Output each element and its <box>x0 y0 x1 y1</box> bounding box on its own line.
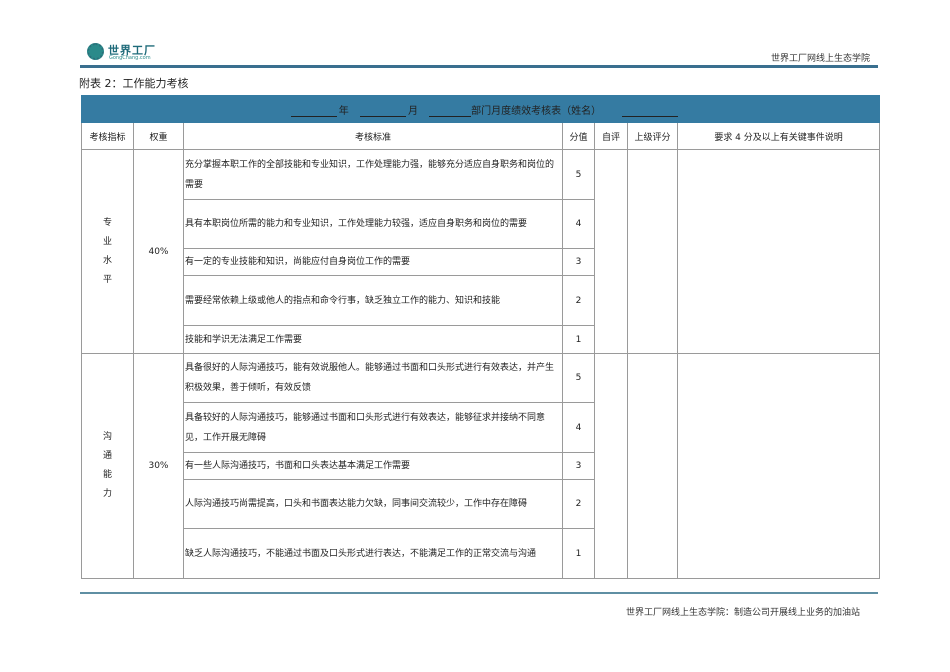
criteria-cell: 有一些人际沟通技巧，书面和口头表达基本满足工作需要 <box>183 452 563 480</box>
year-blank[interactable] <box>290 106 337 117</box>
name-blank[interactable] <box>622 106 679 117</box>
footer-text: 世界工厂网线上生态学院：制造公司开展线上业务的加油站 <box>625 608 860 618</box>
key-event-notes-cell[interactable] <box>676 353 881 579</box>
col-weight: 权重 <box>133 122 184 150</box>
col-notes: 要求 4 分及以上有关键事件说明 <box>676 122 881 150</box>
indicator-label: 专业水平 <box>102 217 112 285</box>
indicator-label: 沟通能力 <box>102 432 112 499</box>
score-cell: 3 <box>562 248 595 276</box>
criteria-cell: 人际沟通技巧尚需提高，口头和书面表达能力欠缺，同事间交流较少，工作中存在障碍 <box>183 479 563 529</box>
logo: 世界工厂 GongChang.com <box>87 42 167 64</box>
superior-rating-cell[interactable] <box>627 353 678 579</box>
key-event-notes-cell[interactable] <box>676 149 881 354</box>
score-cell: 1 <box>562 528 595 579</box>
criteria-cell: 充分掌握本职工作的全部技能和专业知识，工作处理能力强，能够充分适应自身职务和岗位… <box>183 149 563 200</box>
score-cell: 4 <box>562 199 595 249</box>
logo-sub: GongChang.com <box>109 55 151 61</box>
score-cell: 5 <box>562 353 595 403</box>
score-cell: 1 <box>562 325 595 354</box>
gear-globe-icon <box>87 43 104 60</box>
footer-divider <box>80 592 878 594</box>
header-divider <box>80 65 878 68</box>
score-cell: 2 <box>562 275 595 326</box>
table-body: 专业水平 40% 充分掌握本职工作的全部技能和专业知识，工作处理能力强，能够充分适应… <box>81 149 881 579</box>
col-indicator: 考核指标 <box>81 122 134 150</box>
criteria-cell: 缺乏人际沟通技巧，不能通过书面及口头形式进行表达，不能满足工作的正常交流与沟通 <box>183 528 563 579</box>
year-label: 年 <box>338 105 349 117</box>
superior-rating-cell[interactable] <box>627 149 678 354</box>
score-cell: 3 <box>562 452 595 480</box>
month-blank[interactable] <box>359 106 406 117</box>
column-header-row: 考核指标 权重 考核标准 分值 自评 上级评分 要求 4 分及以上有关键事件说明 <box>81 122 881 150</box>
self-rating-cell[interactable] <box>594 353 628 579</box>
indicator-cell: 专业水平 <box>81 149 134 354</box>
col-superior: 上级评分 <box>627 122 678 150</box>
month-label: 月 <box>407 105 418 117</box>
evaluation-table: 年 月 部门月度绩效考核表（姓名） 考核指标 权重 考核标准 分值 自评 上级评… <box>80 95 881 579</box>
form-title: 部门月度绩效考核表（姓名） <box>471 105 602 117</box>
score-cell: 5 <box>562 149 595 200</box>
department-blank[interactable] <box>429 106 472 117</box>
col-score: 分值 <box>562 122 595 150</box>
criteria-cell: 有一定的专业技能和知识，尚能应付自身岗位工作的需要 <box>183 248 563 276</box>
form-title-band: 年 月 部门月度绩效考核表（姓名） <box>80 95 881 123</box>
score-cell: 2 <box>562 479 595 529</box>
self-rating-cell[interactable] <box>594 149 628 354</box>
score-cell: 4 <box>562 402 595 453</box>
criteria-cell: 具备很好的人际沟通技巧，能有效说服他人。能够通过书面和口头形式进行有效表达，并产… <box>183 353 563 403</box>
table-row: 沟通能力 30% 具备很好的人际沟通技巧，能有效说服他人。能够通过书面和口头形式进行… <box>81 353 881 579</box>
col-criteria: 考核标准 <box>183 122 563 150</box>
criteria-cell: 具备较好的人际沟通技巧，能够通过书面和口头形式进行有效表达，能够征求并接纳不同意… <box>183 402 563 453</box>
header-org: 世界工厂网线上生态学院 <box>770 54 870 64</box>
appendix-title: 附表 2：工作能力考核 <box>79 77 189 90</box>
criteria-cell: 具有本职岗位所需的能力和专业知识，工作处理能力较强，适应自身职务和岗位的需要 <box>183 199 563 249</box>
table-row: 专业水平 40% 充分掌握本职工作的全部技能和专业知识，工作处理能力强，能够充分适应… <box>81 149 881 354</box>
indicator-cell: 沟通能力 <box>81 353 134 579</box>
col-self: 自评 <box>594 122 628 150</box>
criteria-cell: 技能和学识无法满足工作需要 <box>183 325 563 354</box>
weight-cell: 40% <box>133 149 184 354</box>
weight-cell: 30% <box>133 353 184 579</box>
criteria-cell: 需要经常依赖上级或他人的指点和命令行事，缺乏独立工作的能力、知识和技能 <box>183 275 563 326</box>
